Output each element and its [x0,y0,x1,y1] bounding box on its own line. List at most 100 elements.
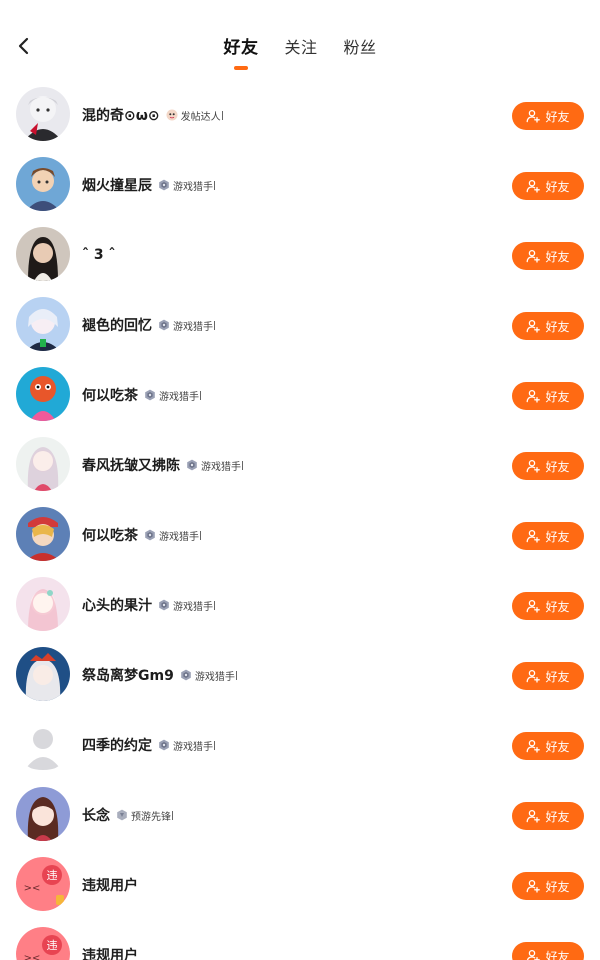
friend-row[interactable]: 违 >< 违规用户 好友 [0,850,600,920]
friend-row[interactable]: 混的奇⊙ω⊙ 发帖达人 好友 [0,80,600,150]
avatar[interactable]: 违 >< [16,857,70,911]
friend-button[interactable]: 好友 [512,802,584,830]
friend-button[interactable]: 好友 [512,662,584,690]
svg-text:><: >< [24,953,41,960]
friend-button-label: 好友 [545,319,570,334]
friend-button-label: 好友 [545,179,570,194]
friend-button[interactable]: 好友 [512,872,584,900]
avatar[interactable] [16,507,70,561]
friend-button[interactable]: 好友 [512,522,584,550]
friend-button[interactable]: 好友 [512,312,584,340]
friend-row[interactable]: 何以吃茶 游戏猎手 好友 [0,360,600,430]
username[interactable]: 混的奇⊙ω⊙ [82,105,160,125]
friend-button[interactable]: 好友 [512,592,584,620]
title-badge: 游戏猎手 [158,178,215,193]
friend-row[interactable]: 心头的果汁 游戏猎手 好友 [0,570,600,640]
friend-button[interactable]: 好友 [512,242,584,270]
badge-divider [235,670,237,680]
friend-button-label: 好友 [545,389,570,404]
friend-row[interactable]: 四季的约定 游戏猎手 好友 [0,710,600,780]
username[interactable]: 烟火撞星辰 [82,175,152,195]
avatar[interactable] [16,647,70,701]
badge-divider [172,810,173,820]
add-friend-icon [527,809,541,823]
friend-button[interactable]: 好友 [512,382,584,410]
avatar[interactable]: 违 >< [16,927,70,960]
tab-following[interactable]: 关注 [282,32,319,64]
add-friend-icon [527,179,541,193]
hunter-badge-icon [180,669,195,681]
username[interactable]: 违规用户 [82,875,138,895]
badge-divider [214,320,215,330]
add-friend-icon [527,459,541,473]
friend-row[interactable]: 褪色的回忆 游戏猎手 好友 [0,290,600,360]
friend-button[interactable]: 好友 [512,452,584,480]
avatar[interactable] [16,577,70,631]
add-friend-icon [527,739,541,753]
title-badge: 游戏猎手 [180,668,237,683]
badge-label: 游戏猎手 [159,531,199,543]
friend-list: 混的奇⊙ω⊙ 发帖达人 好友 烟火撞星辰 游戏猎手 好友 ˆ 3 ˆ 好友 褪色的回忆 游戏猎手好… [0,80,600,960]
user-info: 四季的约定 游戏猎手 [82,734,215,756]
title-badge: 发帖达人 [166,108,223,123]
badge-divider [214,180,215,190]
friend-row[interactable]: 长念 预游先锋 好友 [0,780,600,850]
user-info: 春风抚皱又拂陈 游戏猎手 [82,454,243,476]
pioneer-badge-icon [116,809,131,821]
hunter-badge-icon [186,459,201,471]
hunter-badge-icon [144,529,159,541]
friend-button[interactable]: 好友 [512,942,584,960]
badge-divider [200,530,201,540]
avatar[interactable] [16,87,70,141]
friend-button-label: 好友 [545,949,570,960]
user-info: 违规用户 [82,944,138,960]
friend-row[interactable]: 违 >< 违规用户 好友 [0,920,600,960]
friend-button-label: 好友 [545,739,570,754]
avatar[interactable] [16,297,70,351]
add-friend-icon [527,249,541,263]
status-bar [0,0,600,18]
avatar[interactable] [16,717,70,771]
user-info: 混的奇⊙ω⊙ 发帖达人 [82,104,223,126]
avatar[interactable] [16,157,70,211]
badge-divider [214,600,215,610]
username[interactable]: 违规用户 [82,945,138,960]
friend-button[interactable]: 好友 [512,102,584,130]
tab-friends[interactable]: 好友 [221,32,260,70]
friend-row[interactable]: 春风抚皱又拂陈 游戏猎手 好友 [0,430,600,500]
username[interactable]: 心头的果汁 [82,595,152,615]
hunter-badge-icon [158,599,173,611]
avatar[interactable] [16,367,70,421]
hunter-badge-icon [144,389,159,401]
username[interactable]: 春风抚皱又拂陈 [82,455,180,475]
friend-button-label: 好友 [545,459,570,474]
avatar[interactable] [16,227,70,281]
badge-label: 发帖达人 [180,111,221,123]
friend-button[interactable]: 好友 [512,172,584,200]
avatar[interactable] [16,437,70,491]
username[interactable]: 长念 [82,805,110,825]
add-friend-icon [527,949,541,960]
username[interactable]: ˆ 3 ˆ [82,247,116,263]
username[interactable]: 何以吃茶 [82,385,138,405]
friend-row[interactable]: 烟火撞星辰 游戏猎手 好友 [0,150,600,220]
avatar[interactable] [16,787,70,841]
user-info: 心头的果汁 游戏猎手 [82,594,215,616]
badge-divider [214,740,215,750]
friend-row[interactable]: ˆ 3 ˆ 好友 [0,220,600,290]
friend-row[interactable]: 何以吃茶 游戏猎手 好友 [0,500,600,570]
badge-label: 预游先锋 [131,811,171,823]
username[interactable]: 祭岛离梦Gm9 [82,665,174,685]
tab-fans[interactable]: 粉丝 [342,32,379,64]
username[interactable]: 褪色的回忆 [82,315,152,335]
title-badge: 游戏猎手 [186,458,243,473]
hunter-badge-icon [158,739,173,751]
friend-button[interactable]: 好友 [512,732,584,760]
add-friend-icon [527,529,541,543]
user-info: 褪色的回忆 游戏猎手 [82,314,215,336]
badge-label: 游戏猎手 [173,181,213,193]
badge-label: 游戏猎手 [194,671,235,683]
username[interactable]: 何以吃茶 [82,525,138,545]
friend-row[interactable]: 祭岛离梦Gm9 游戏猎手 好友 [0,640,600,710]
username[interactable]: 四季的约定 [82,735,152,755]
